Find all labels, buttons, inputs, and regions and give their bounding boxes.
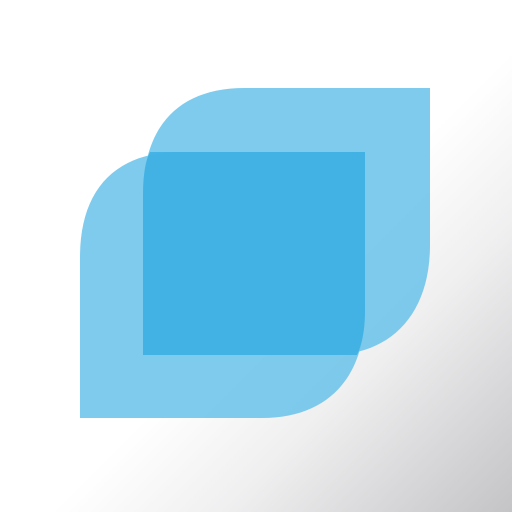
app-icon-tile[interactable]	[0, 0, 512, 512]
leaf-overlap-region	[143, 152, 365, 355]
overlapping-leaves-logo-icon	[80, 88, 430, 418]
